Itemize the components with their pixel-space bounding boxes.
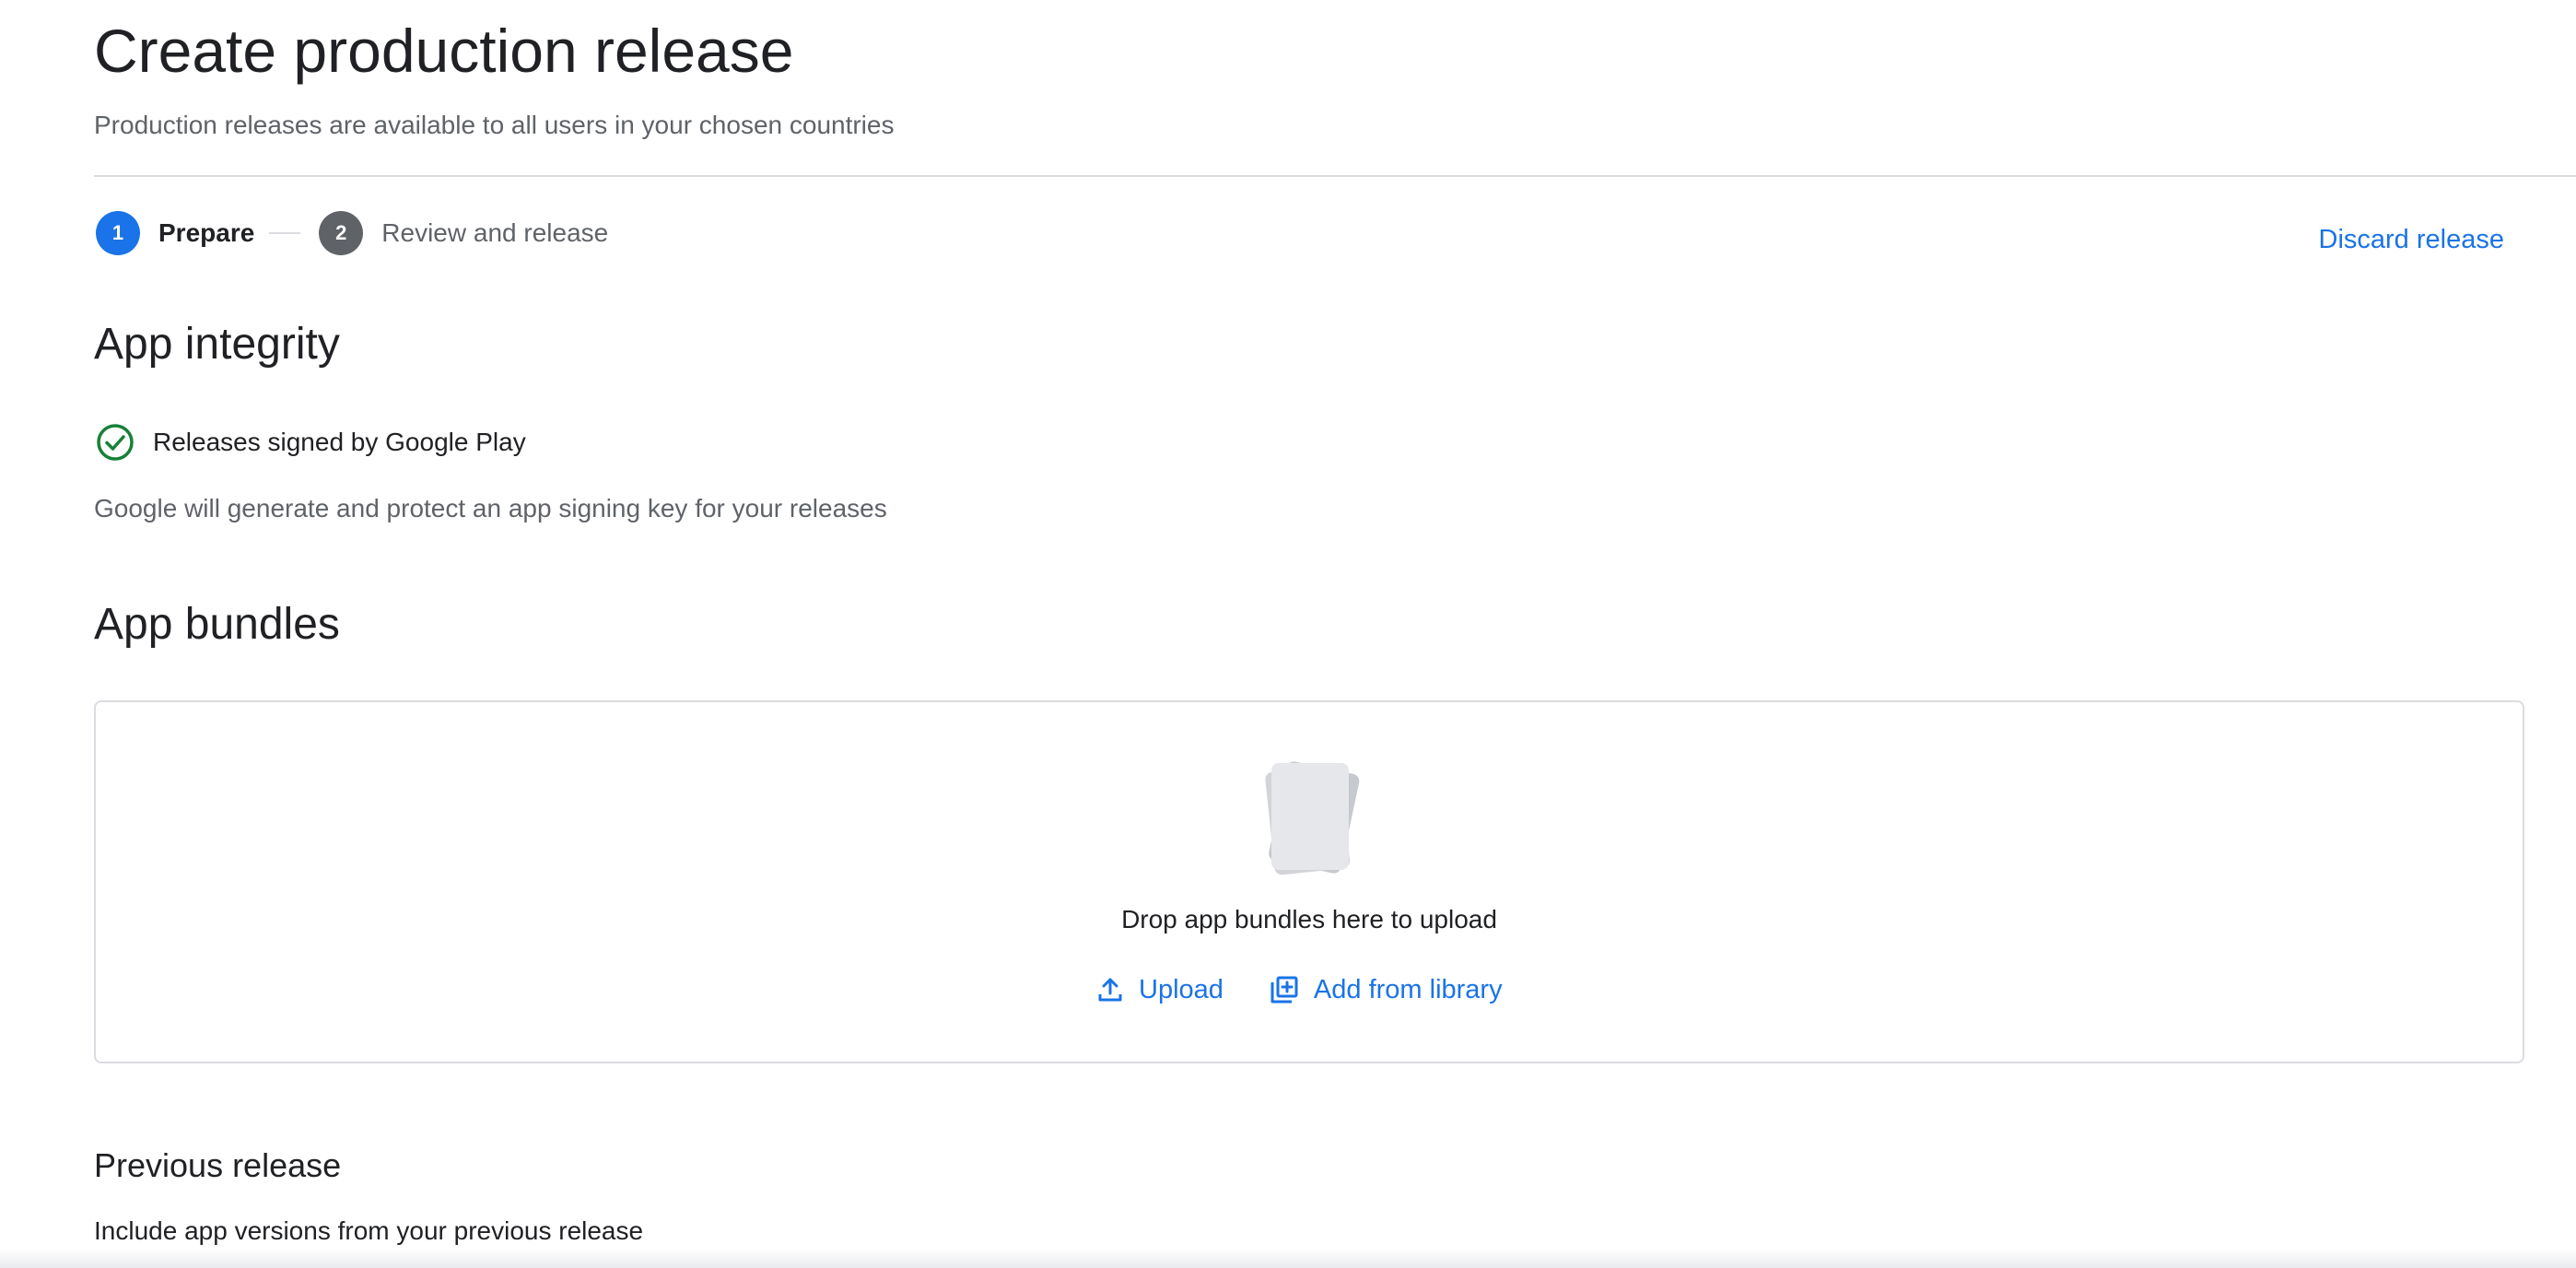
step-connector <box>269 232 301 234</box>
add-from-library-label: Add from library <box>1313 974 1503 1004</box>
dropzone-actions: Upload Add from library <box>1096 969 1503 1010</box>
step-1-indicator[interactable]: 1 <box>96 211 140 255</box>
release-stepper: 1 Prepare 2 Review and release <box>96 210 608 256</box>
upload-button[interactable]: Upload <box>1096 975 1224 1005</box>
discard-release-button[interactable]: Discard release <box>2319 223 2504 256</box>
step-1-label[interactable]: Prepare <box>158 218 254 248</box>
signing-status-label: Releases signed by Google Play <box>153 428 526 456</box>
scroll-edge <box>0 1250 2576 1268</box>
previous-release-description: Include app versions from your previous … <box>94 1216 644 1245</box>
page-title: Create production release <box>94 17 794 85</box>
add-from-library-button[interactable]: Add from library <box>1270 975 1503 1005</box>
app-integrity-description: Google will generate and protect an app … <box>94 494 887 522</box>
page-subtitle: Production releases are available to all… <box>94 111 895 139</box>
app-bundles-heading: App bundles <box>94 600 340 649</box>
check-circle-icon <box>96 423 135 462</box>
signing-status-row: Releases signed by Google Play <box>96 422 526 463</box>
file-stack-icon <box>1249 754 1367 883</box>
header-divider <box>94 175 2576 177</box>
app-integrity-heading: App integrity <box>94 320 340 369</box>
step-2-indicator[interactable]: 2 <box>319 211 364 255</box>
create-release-page: Create production release Production rel… <box>0 0 2576 1268</box>
library-add-icon <box>1270 975 1299 1004</box>
dropzone-instruction: Drop app bundles here to upload <box>1121 905 1497 933</box>
step-2-label[interactable]: Review and release <box>381 218 608 248</box>
upload-label: Upload <box>1139 974 1224 1004</box>
previous-release-heading: Previous release <box>94 1146 342 1184</box>
upload-icon <box>1096 976 1124 1004</box>
